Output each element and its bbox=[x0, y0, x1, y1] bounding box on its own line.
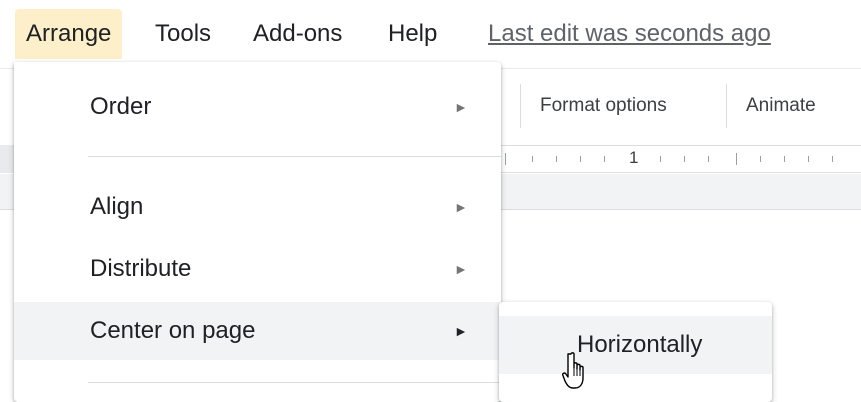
ruler-tick bbox=[505, 153, 506, 165]
menu-item-distribute[interactable]: Distribute ► bbox=[14, 240, 501, 298]
ruler-tick bbox=[736, 153, 737, 165]
ruler-tick bbox=[784, 156, 785, 162]
center-on-page-submenu: Horizontally bbox=[499, 302, 772, 402]
ruler-tick bbox=[604, 156, 605, 162]
menu-item-label: Distribute bbox=[90, 255, 192, 282]
menu-bar: Arrange Tools Add-ons Help Last edit was… bbox=[0, 0, 861, 62]
submenu-item-label: Horizontally bbox=[577, 331, 703, 358]
menu-item-align[interactable]: Align ► bbox=[14, 178, 501, 236]
ruler-gutter bbox=[0, 145, 14, 173]
ruler-tick bbox=[808, 156, 809, 162]
menu-item-label: Align bbox=[90, 193, 144, 220]
last-edit-link[interactable]: Last edit was seconds ago bbox=[488, 9, 771, 59]
menu-item-label: Order bbox=[90, 93, 152, 120]
menu-item-label: Center on page bbox=[90, 317, 256, 344]
ruler-tick bbox=[708, 156, 709, 162]
submenu-arrow-icon: ► bbox=[454, 261, 468, 277]
submenu-arrow-icon: ► bbox=[454, 323, 468, 339]
toolbar-separator bbox=[520, 84, 521, 128]
menu-arrange[interactable]: Arrange bbox=[15, 9, 123, 59]
menu-add-ons[interactable]: Add-ons bbox=[242, 9, 353, 59]
ruler-tick bbox=[684, 156, 685, 162]
ruler-tick bbox=[760, 156, 761, 162]
ruler-tick bbox=[556, 156, 557, 162]
arrange-dropdown-menu: Order ► Align ► Distribute ► Center on p… bbox=[14, 62, 501, 402]
menu-tools[interactable]: Tools bbox=[144, 9, 222, 59]
menu-help[interactable]: Help bbox=[377, 9, 448, 59]
submenu-arrow-icon: ► bbox=[454, 99, 468, 115]
animate-button[interactable]: Animate bbox=[746, 84, 816, 128]
ruler-number: 1 bbox=[629, 148, 639, 167]
menu-divider bbox=[88, 382, 501, 383]
menu-item-center-on-page[interactable]: Center on page ► bbox=[14, 302, 501, 360]
menu-item-order[interactable]: Order ► bbox=[14, 78, 501, 136]
ruler-tick bbox=[532, 156, 533, 162]
ruler-tick bbox=[832, 156, 833, 162]
ruler-tick bbox=[660, 156, 661, 162]
format-options-button[interactable]: Format options bbox=[540, 84, 667, 128]
submenu-arrow-icon: ► bbox=[454, 199, 468, 215]
toolbar-separator bbox=[726, 84, 727, 128]
ruler-tick bbox=[580, 156, 581, 162]
menu-divider bbox=[88, 156, 501, 157]
submenu-item-horizontally[interactable]: Horizontally bbox=[499, 316, 772, 374]
